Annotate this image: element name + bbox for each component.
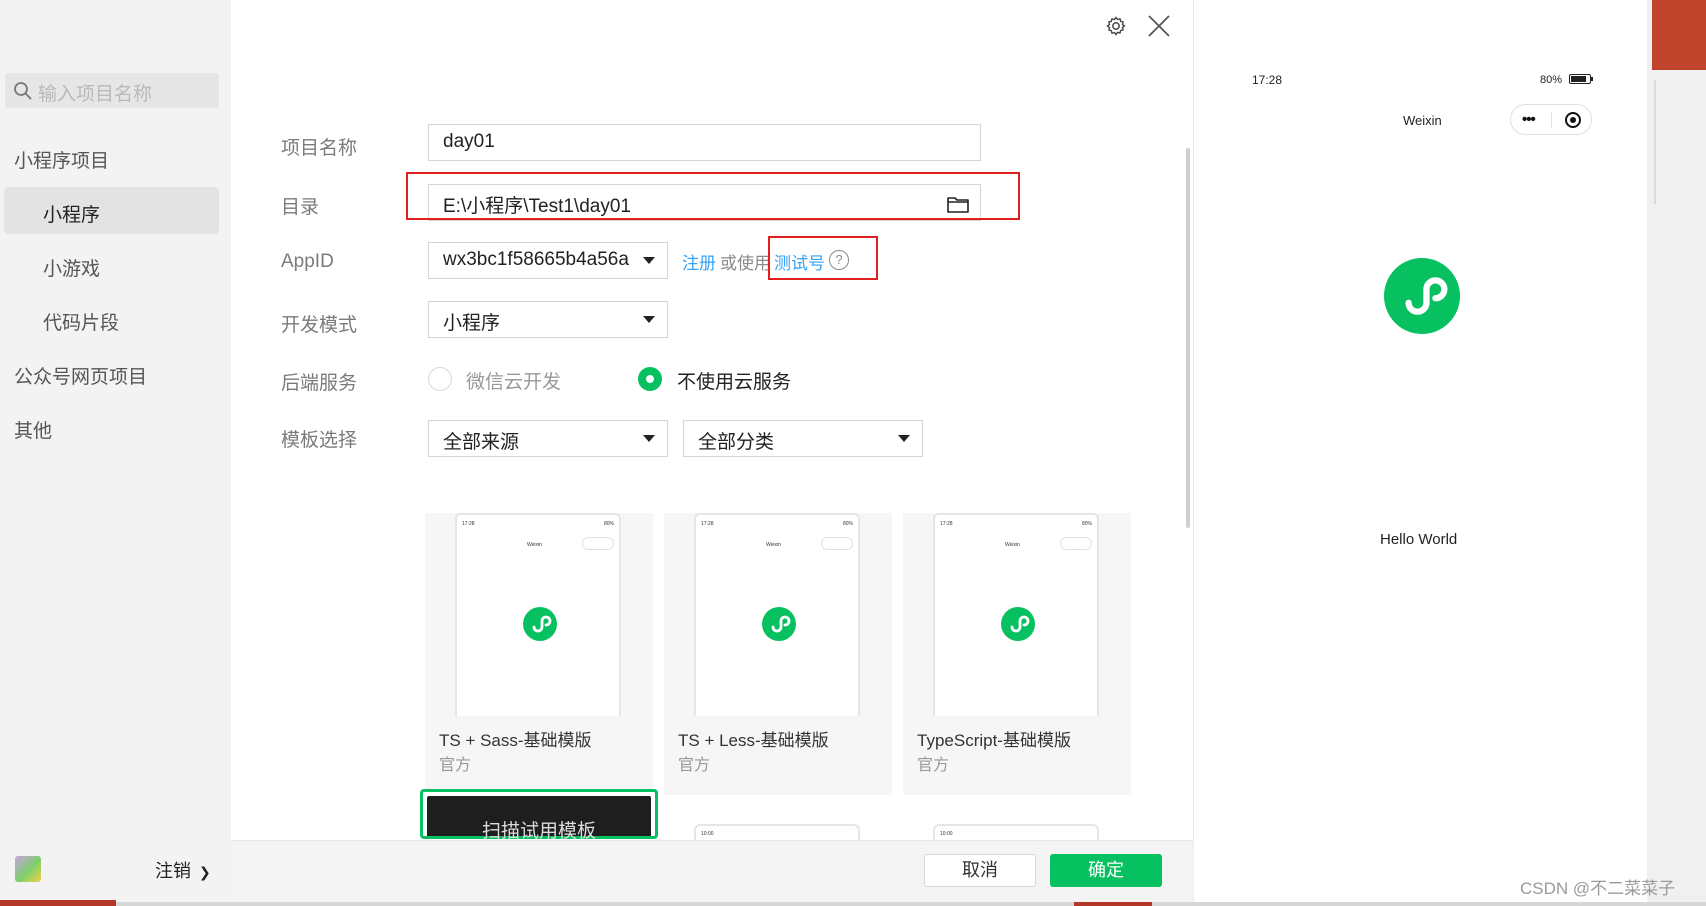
thumb-title: Weixin — [1005, 542, 1020, 548]
background-divider — [1654, 80, 1656, 204]
project-name-input[interactable]: day01 — [428, 124, 981, 161]
preview-battery-text: 80% — [1540, 74, 1563, 86]
backend-label: 后端服务 — [281, 373, 358, 394]
capsule-divider — [1551, 112, 1552, 128]
battery-icon — [1569, 74, 1591, 84]
form-scrollbar[interactable] — [1186, 148, 1190, 528]
sidebar: 输入项目名称 小程序项目 小程序 小游戏 代码片段 公众号网页项目 其他 注销 ❯ — [0, 0, 231, 906]
register-link[interactable]: 注册 — [682, 249, 716, 274]
thumb-capsule — [582, 537, 614, 550]
project-name-value: day01 — [443, 131, 495, 152]
miniprogram-logo-icon — [762, 607, 796, 641]
thumb-title: Weixin — [766, 542, 781, 548]
chevron-right-icon: ❯ — [199, 864, 211, 880]
dev-mode-select[interactable]: 小程序 — [428, 301, 668, 338]
preview-nav-title: Weixin — [1403, 113, 1442, 128]
test-account-highlight-box — [768, 236, 878, 280]
dev-mode-value: 小程序 — [443, 313, 501, 334]
radio-cloud-dev[interactable] — [428, 367, 452, 391]
template-card[interactable]: 17:28 80% Weixin TS + Sass-基础模版 官方 — [425, 513, 653, 795]
sidebar-group-other[interactable]: 其他 — [14, 416, 52, 443]
template-name: TS + Sass-基础模版 — [439, 731, 592, 750]
directory-label: 目录 — [281, 197, 320, 218]
preview-capsule: ••• — [1510, 104, 1592, 135]
or-use-text: 或使用 — [720, 254, 771, 273]
thumb-battery: 80% — [603, 521, 614, 527]
thumb-title: Weixin — [527, 542, 542, 548]
radio-cloud-dev-label: 微信云开发 — [466, 372, 562, 393]
search-icon — [14, 82, 32, 100]
preview-status-time: 17:28 — [1252, 73, 1283, 87]
search-placeholder: 输入项目名称 — [38, 84, 153, 105]
template-category-select[interactable]: 全部分类 — [683, 420, 923, 457]
thumb-battery: 80% — [842, 521, 853, 527]
new-project-dialog: 输入项目名称 小程序项目 小程序 小游戏 代码片段 公众号网页项目 其他 注销 ❯… — [0, 0, 1706, 906]
logout-button[interactable]: 注销 ❯ — [155, 857, 211, 883]
miniprogram-logo-icon — [523, 607, 557, 641]
template-name: TS + Less-基础模版 — [678, 731, 829, 750]
project-search-input[interactable]: 输入项目名称 — [5, 73, 219, 108]
miniprogram-logo-icon — [1384, 258, 1460, 334]
radio-no-cloud-label: 不使用云服务 — [677, 372, 792, 393]
background-window-accent — [1652, 0, 1706, 70]
template-category-value: 全部分类 — [698, 432, 775, 453]
sidebar-item-code-snippet[interactable]: 代码片段 — [43, 308, 119, 335]
target-icon — [1565, 112, 1581, 128]
thumb-time: 10:00 — [940, 831, 953, 837]
more-dots-icon: ••• — [1522, 111, 1536, 128]
battery-tip — [1591, 77, 1593, 81]
logout-label: 注销 — [155, 861, 191, 881]
appid-value: wx3bc1f58665b4a56a — [443, 249, 629, 270]
taskbar-edge — [0, 902, 1706, 906]
template-source-select[interactable]: 全部来源 — [428, 420, 668, 457]
scan-template-card[interactable]: 扫描试用模板 — [420, 789, 658, 842]
dialog-footer — [231, 840, 1193, 906]
template-thumbnail: 17:28 80% Weixin — [933, 513, 1099, 716]
miniprogram-logo-icon — [1001, 607, 1035, 641]
thumb-time: 17:28 — [462, 521, 475, 527]
sidebar-group-miniprogram-projects[interactable]: 小程序项目 — [14, 146, 109, 173]
template-thumbnail: 17:28 80% Weixin — [455, 513, 621, 716]
template-source-value: 全部来源 — [443, 432, 520, 453]
project-name-label: 项目名称 — [281, 138, 358, 159]
taskbar-accent-left — [0, 900, 116, 906]
appid-select[interactable]: wx3bc1f58665b4a56a — [428, 242, 668, 279]
avatar[interactable] — [15, 856, 41, 882]
thumb-capsule — [821, 537, 853, 550]
sidebar-active-highlight — [4, 187, 219, 234]
confirm-button[interactable]: 确定 — [1050, 854, 1162, 887]
template-source: 官方 — [678, 757, 711, 774]
dropdown-caret-icon — [643, 316, 655, 323]
close-icon[interactable] — [1146, 13, 1172, 39]
gear-icon[interactable] — [1105, 15, 1127, 37]
directory-highlight-box — [406, 172, 1020, 220]
thumb-time: 10:00 — [701, 831, 714, 837]
dropdown-caret-icon — [643, 435, 655, 442]
template-card[interactable]: 17:28 80% Weixin TypeScript-基础模版 官方 — [903, 513, 1131, 795]
preview-content-text: Hello World — [1380, 531, 1458, 548]
sidebar-item-minigame[interactable]: 小游戏 — [43, 254, 100, 281]
radio-no-cloud[interactable] — [638, 367, 662, 391]
watermark: CSDN @不二菜菜子 — [1520, 879, 1676, 898]
template-source: 官方 — [439, 757, 472, 774]
appid-label: AppID — [281, 251, 334, 272]
template-source: 官方 — [917, 757, 950, 774]
taskbar-accent-right — [1074, 902, 1152, 906]
dev-mode-label: 开发模式 — [281, 315, 358, 336]
template-name: TypeScript-基础模版 — [917, 731, 1071, 750]
thumb-time: 17:28 — [940, 521, 953, 527]
thumb-time: 17:28 — [701, 521, 714, 527]
dropdown-caret-icon — [898, 435, 910, 442]
template-thumbnail: 17:28 80% Weixin — [694, 513, 860, 716]
template-card[interactable]: 17:28 80% Weixin TS + Less-基础模版 官方 — [664, 513, 892, 795]
sidebar-group-official-web-projects[interactable]: 公众号网页项目 — [14, 362, 147, 389]
cancel-button[interactable]: 取消 — [924, 854, 1036, 887]
thumb-battery: 80% — [1081, 521, 1092, 527]
dropdown-caret-icon — [643, 257, 655, 264]
preview-panel — [1193, 0, 1647, 906]
sidebar-item-miniprogram[interactable]: 小程序 — [43, 200, 100, 227]
template-label: 模板选择 — [281, 430, 358, 451]
scan-template-label: 扫描试用模板 — [481, 821, 596, 842]
thumb-capsule — [1060, 537, 1092, 550]
